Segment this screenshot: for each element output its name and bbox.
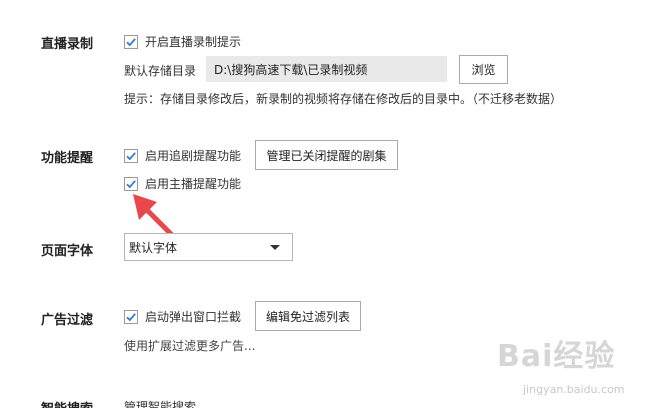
storage-dir-label: 默认存储目录 bbox=[124, 64, 197, 78]
section-label-live-recording: 直播录制 bbox=[41, 37, 94, 52]
page-font-selected-value: 默认字体 bbox=[129, 240, 178, 255]
popup-block-label: 启动弹出窗口拦截 bbox=[145, 310, 242, 324]
popup-block-checkbox-row[interactable]: 启动弹出窗口拦截 bbox=[124, 308, 241, 325]
storage-dir-field[interactable]: D:\搜狗高速下载\已录制视频 bbox=[206, 56, 447, 82]
enable-recording-prompt-checkbox-row[interactable]: 开启直播录制提示 bbox=[124, 33, 241, 50]
page-font-select[interactable]: 默认字体 bbox=[124, 233, 293, 261]
checkbox-checked-icon[interactable] bbox=[124, 309, 138, 324]
watermark-url: jingyan.baidu.com bbox=[523, 383, 625, 396]
enable-recording-prompt-label: 开启直播录制提示 bbox=[145, 35, 242, 49]
manage-smart-search-link[interactable]: 管理智能搜索 bbox=[124, 398, 196, 408]
baidu-jingyan-watermark-logo: Bai经验 bbox=[497, 339, 616, 374]
follow-reminder-label: 启用追剧提醒功能 bbox=[145, 149, 242, 163]
checkbox-checked-icon[interactable] bbox=[124, 34, 138, 49]
manage-closed-reminders-button[interactable]: 管理已关闭提醒的剧集 bbox=[255, 140, 398, 170]
section-label-reminders: 功能提醒 bbox=[41, 151, 94, 166]
edit-exempt-list-button[interactable]: 编辑免过滤列表 bbox=[255, 301, 361, 331]
browse-button[interactable]: 浏览 bbox=[459, 55, 508, 84]
chevron-down-icon[interactable] bbox=[270, 245, 280, 250]
section-label-ad-filter: 广告过滤 bbox=[41, 313, 94, 328]
follow-reminder-checkbox-row[interactable]: 启用追剧提醒功能 bbox=[124, 147, 241, 164]
section-label-page-font: 页面字体 bbox=[41, 244, 94, 259]
section-label-smart-search: 智能搜索 bbox=[41, 398, 93, 408]
more-ad-filter-link[interactable]: 使用扩展过滤更多广告... bbox=[124, 337, 255, 354]
checkbox-checked-icon[interactable] bbox=[124, 148, 138, 163]
storage-hint-text: 提示：存储目录修改后，新录制的视频将存储在修改后的目录中。（不迁移老数据） bbox=[124, 92, 563, 106]
